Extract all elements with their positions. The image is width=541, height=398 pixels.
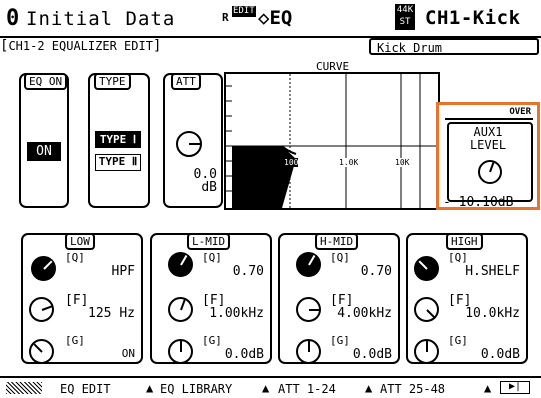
- eq-on-panel: EQ ON ON: [19, 73, 69, 208]
- tab-separator-icon: ▲: [365, 381, 373, 395]
- tab-eq-library[interactable]: EQ LIBRARY: [160, 382, 232, 396]
- f-knob[interactable]: [168, 297, 193, 322]
- channel-label: Kick Drum: [377, 41, 443, 55]
- g-label: [G]: [448, 334, 468, 347]
- band-h-mid: H-MID [Q] 0.70 [F] 4.00kHz [G] 0.0dB: [278, 233, 400, 364]
- q-label: [Q]: [448, 251, 468, 264]
- eq-on-button[interactable]: ON: [27, 142, 61, 161]
- q-value: 0.70: [232, 264, 264, 279]
- over-meter-line: [445, 118, 533, 120]
- f-value: 1.00kHz: [209, 306, 264, 321]
- tab-separator-icon: ▲: [146, 381, 154, 395]
- f-value: 125 Hz: [88, 306, 135, 321]
- q-label: [Q]: [65, 251, 85, 264]
- tab-separator-icon: ▲: [484, 381, 492, 395]
- aux-level-subtitle: LEVEL: [469, 138, 507, 152]
- type-label: TYPE: [94, 73, 131, 90]
- type-2-button[interactable]: TYPE Ⅱ: [95, 154, 141, 171]
- curve-tick-100: 100: [284, 158, 299, 167]
- att-unit: dB: [201, 180, 217, 195]
- att-panel: ATT 0.0 dB: [163, 73, 223, 208]
- f-knob[interactable]: [29, 297, 54, 322]
- q-label: [Q]: [330, 251, 350, 264]
- att-label: ATT: [171, 73, 201, 90]
- eq-curve-svg: [226, 74, 438, 208]
- tab-separator-icon: ▲: [262, 381, 270, 395]
- channel-name: CH1-Kick: [425, 7, 521, 29]
- f-label: [F]: [65, 293, 89, 308]
- channel-label-box: Kick Drum: [369, 38, 539, 55]
- type-1-button[interactable]: TYPE Ⅰ: [95, 131, 141, 148]
- q-knob[interactable]: [31, 256, 56, 281]
- g-knob[interactable]: [29, 339, 54, 364]
- curve-tick-10k: 10K: [395, 158, 410, 167]
- eq-curve-graph[interactable]: 100 1.0K 10K: [224, 72, 440, 210]
- q-knob[interactable]: [414, 256, 439, 281]
- g-label: [G]: [202, 334, 222, 347]
- f-value: 10.0kHz: [465, 306, 520, 321]
- aux-level-knob[interactable]: [478, 160, 502, 184]
- aux-level-title: AUX1: [473, 125, 503, 139]
- type-panel: TYPE TYPE Ⅰ TYPE Ⅱ: [88, 73, 150, 208]
- g-label: [G]: [330, 334, 350, 347]
- tab-bar: EQ EDIT ▲ EQ LIBRARY ▲ ATT 1-24 ▲ ATT 25…: [0, 376, 541, 398]
- g-knob[interactable]: [414, 339, 439, 364]
- q-value: HPF: [111, 264, 135, 279]
- next-page-icon[interactable]: ▶|: [500, 381, 530, 394]
- band-name: LOW: [65, 233, 95, 250]
- f-value: 4.00kHz: [337, 306, 392, 321]
- band-name: H-MID: [315, 233, 359, 250]
- tab-att-1-24[interactable]: ATT 1-24: [278, 382, 336, 396]
- g-knob[interactable]: [168, 339, 193, 364]
- edit-badge: R EDIT: [222, 6, 256, 24]
- scene-name: Initial Data: [26, 8, 176, 30]
- band-name: L-MID: [187, 233, 231, 250]
- f-knob[interactable]: [414, 297, 439, 322]
- eq-on-label: EQ ON: [24, 73, 68, 90]
- g-knob[interactable]: [296, 339, 321, 364]
- page-name: ◇EQ: [258, 7, 293, 29]
- tab-eq-edit[interactable]: EQ EDIT: [60, 382, 111, 396]
- q-knob[interactable]: [296, 252, 321, 277]
- g-value: 0.0dB: [480, 347, 520, 362]
- page-title: [CH1-2 EQUALIZER EDIT]: [0, 38, 162, 54]
- q-label: [Q]: [202, 251, 222, 264]
- aux-level-value: - 10.10dB: [443, 195, 514, 210]
- g-value: 0.0dB: [224, 347, 264, 362]
- f-knob[interactable]: [296, 297, 321, 322]
- tab-eq-edit-marker: [6, 382, 42, 394]
- band-low: LOW [Q] HPF [F] 125 Hz [G] ON: [21, 233, 143, 364]
- curve-tick-1k: 1.0K: [339, 158, 359, 167]
- q-knob[interactable]: [168, 252, 193, 277]
- scene-number: 0: [6, 6, 20, 31]
- over-indicator: OVER: [509, 107, 531, 117]
- tab-att-25-48[interactable]: ATT 25-48: [380, 382, 445, 396]
- band-name: HIGH: [446, 233, 483, 250]
- att-knob[interactable]: [176, 131, 202, 157]
- q-value: 0.70: [360, 264, 392, 279]
- aux-level-popup[interactable]: OVER AUX1 LEVEL - 10.10dB: [436, 102, 540, 210]
- g-value: ON: [121, 347, 135, 360]
- g-label: [G]: [65, 334, 85, 347]
- q-value: H.SHELF: [465, 264, 520, 279]
- band-high: HIGH [Q] H.SHELF [F] 10.0kHz [G] 0.0dB: [406, 233, 528, 364]
- band-l-mid: L-MID [Q] 0.70 [F] 1.00kHz [G] 0.0dB: [150, 233, 272, 364]
- sample-rate-badge: 44K ST: [395, 4, 415, 30]
- g-value: 0.0dB: [352, 347, 392, 362]
- header-bar: 0 Initial Data R EDIT ◇EQ 44K ST CH1-Kick: [0, 0, 541, 38]
